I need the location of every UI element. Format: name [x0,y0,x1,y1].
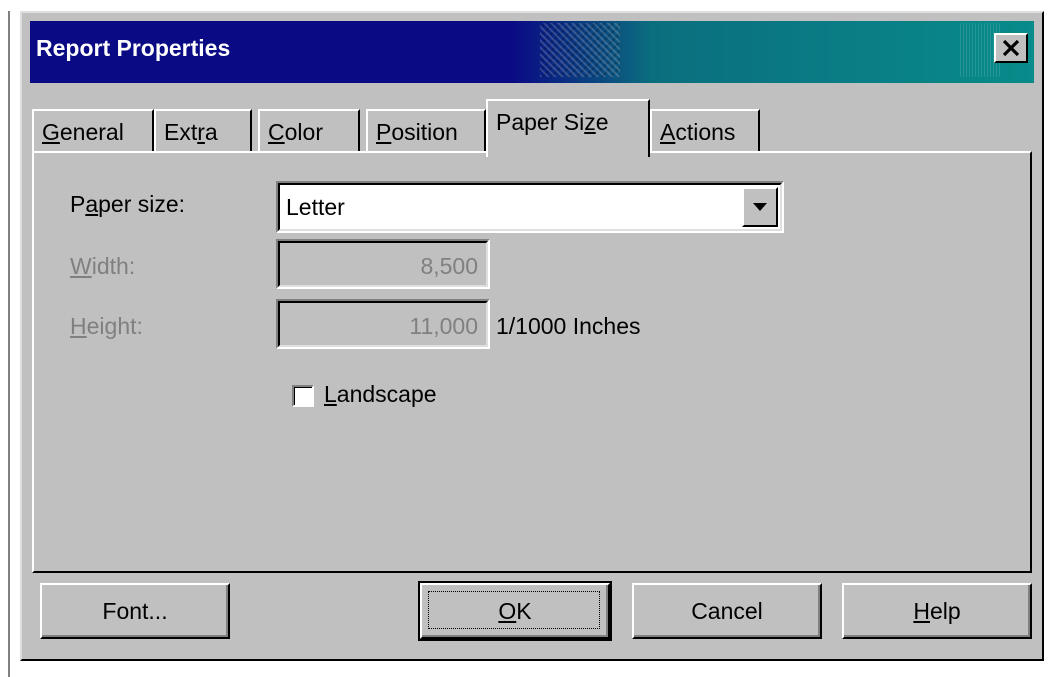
tab-general[interactable]: General [32,109,154,153]
tab-label-accelerator: A [660,119,676,145]
tab-label: ctions [675,119,736,145]
paper-size-label: Paper size: [70,191,185,218]
label-text: idth: [91,253,136,279]
font-button[interactable]: Font... [40,583,230,639]
tab-actions[interactable]: Actions [650,109,760,153]
tab-paper-size[interactable]: Paper Size [486,99,650,157]
label-accelerator: L [324,381,337,407]
button-label-text: elp [929,597,961,624]
paper-size-panel: Paper size: Letter Width: 8,500 Height: … [32,151,1032,573]
dropdown-button[interactable] [742,187,778,227]
label-accelerator: H [70,313,87,339]
tab-label-accelerator: P [376,119,392,145]
tab-extra[interactable]: Extra [154,109,252,153]
paper-size-dropdown[interactable]: Letter [276,181,784,233]
close-x-icon [1002,40,1020,56]
landscape-checkbox[interactable] [292,385,314,407]
field-bevel [278,183,782,231]
width-value: 8,500 [420,253,478,279]
tab-label-accelerator: r [197,119,205,145]
close-button[interactable] [994,33,1028,63]
tab-label: olor [284,119,323,145]
report-properties-dialog: Report Properties General Extra Color Po… [20,11,1044,661]
height-value: 11,000 [409,313,478,339]
label-accelerator: a [85,191,99,217]
tab-label-accelerator: G [42,119,60,145]
label-text: eight: [86,313,143,339]
focus-rectangle [428,591,600,629]
units-label: 1/1000 Inches [496,313,641,339]
tab-label: eneral [59,119,124,145]
label-accelerator: W [70,253,92,279]
tab-label: Ext [164,119,198,145]
chevron-down-icon [753,203,767,211]
dialog-title: Report Properties [36,35,231,61]
landscape-label[interactable]: Landscape [324,381,437,408]
label-text: andscape [336,381,437,407]
height-field[interactable]: 11,000 [276,299,490,349]
tab-label: osition [391,119,458,145]
title-bar-texture [540,23,620,77]
background-edge [8,11,10,677]
width-label: Width: [70,253,135,280]
width-field[interactable]: 8,500 [276,239,490,289]
label-text: per size: [98,191,186,217]
tab-label: e [595,109,609,135]
tab-label: a [204,119,218,145]
help-button[interactable]: Help [842,583,1032,639]
cancel-button[interactable]: Cancel [632,583,822,639]
button-label: Help [913,598,960,625]
tab-position[interactable]: Position [366,109,486,153]
tab-label: Paper Si [496,109,585,135]
height-label: Height: [70,313,143,340]
button-label-accelerator: H [913,597,930,624]
paper-size-value: Letter [286,194,345,220]
label-text: P [70,191,86,217]
button-label: Cancel [691,597,763,624]
tab-label-accelerator: C [268,119,285,145]
tab-label-accelerator: z [584,109,596,135]
button-label: Font... [102,597,168,624]
title-bar[interactable]: Report Properties [30,21,1034,83]
tab-color[interactable]: Color [258,109,360,153]
ok-button[interactable]: OK [418,581,612,641]
